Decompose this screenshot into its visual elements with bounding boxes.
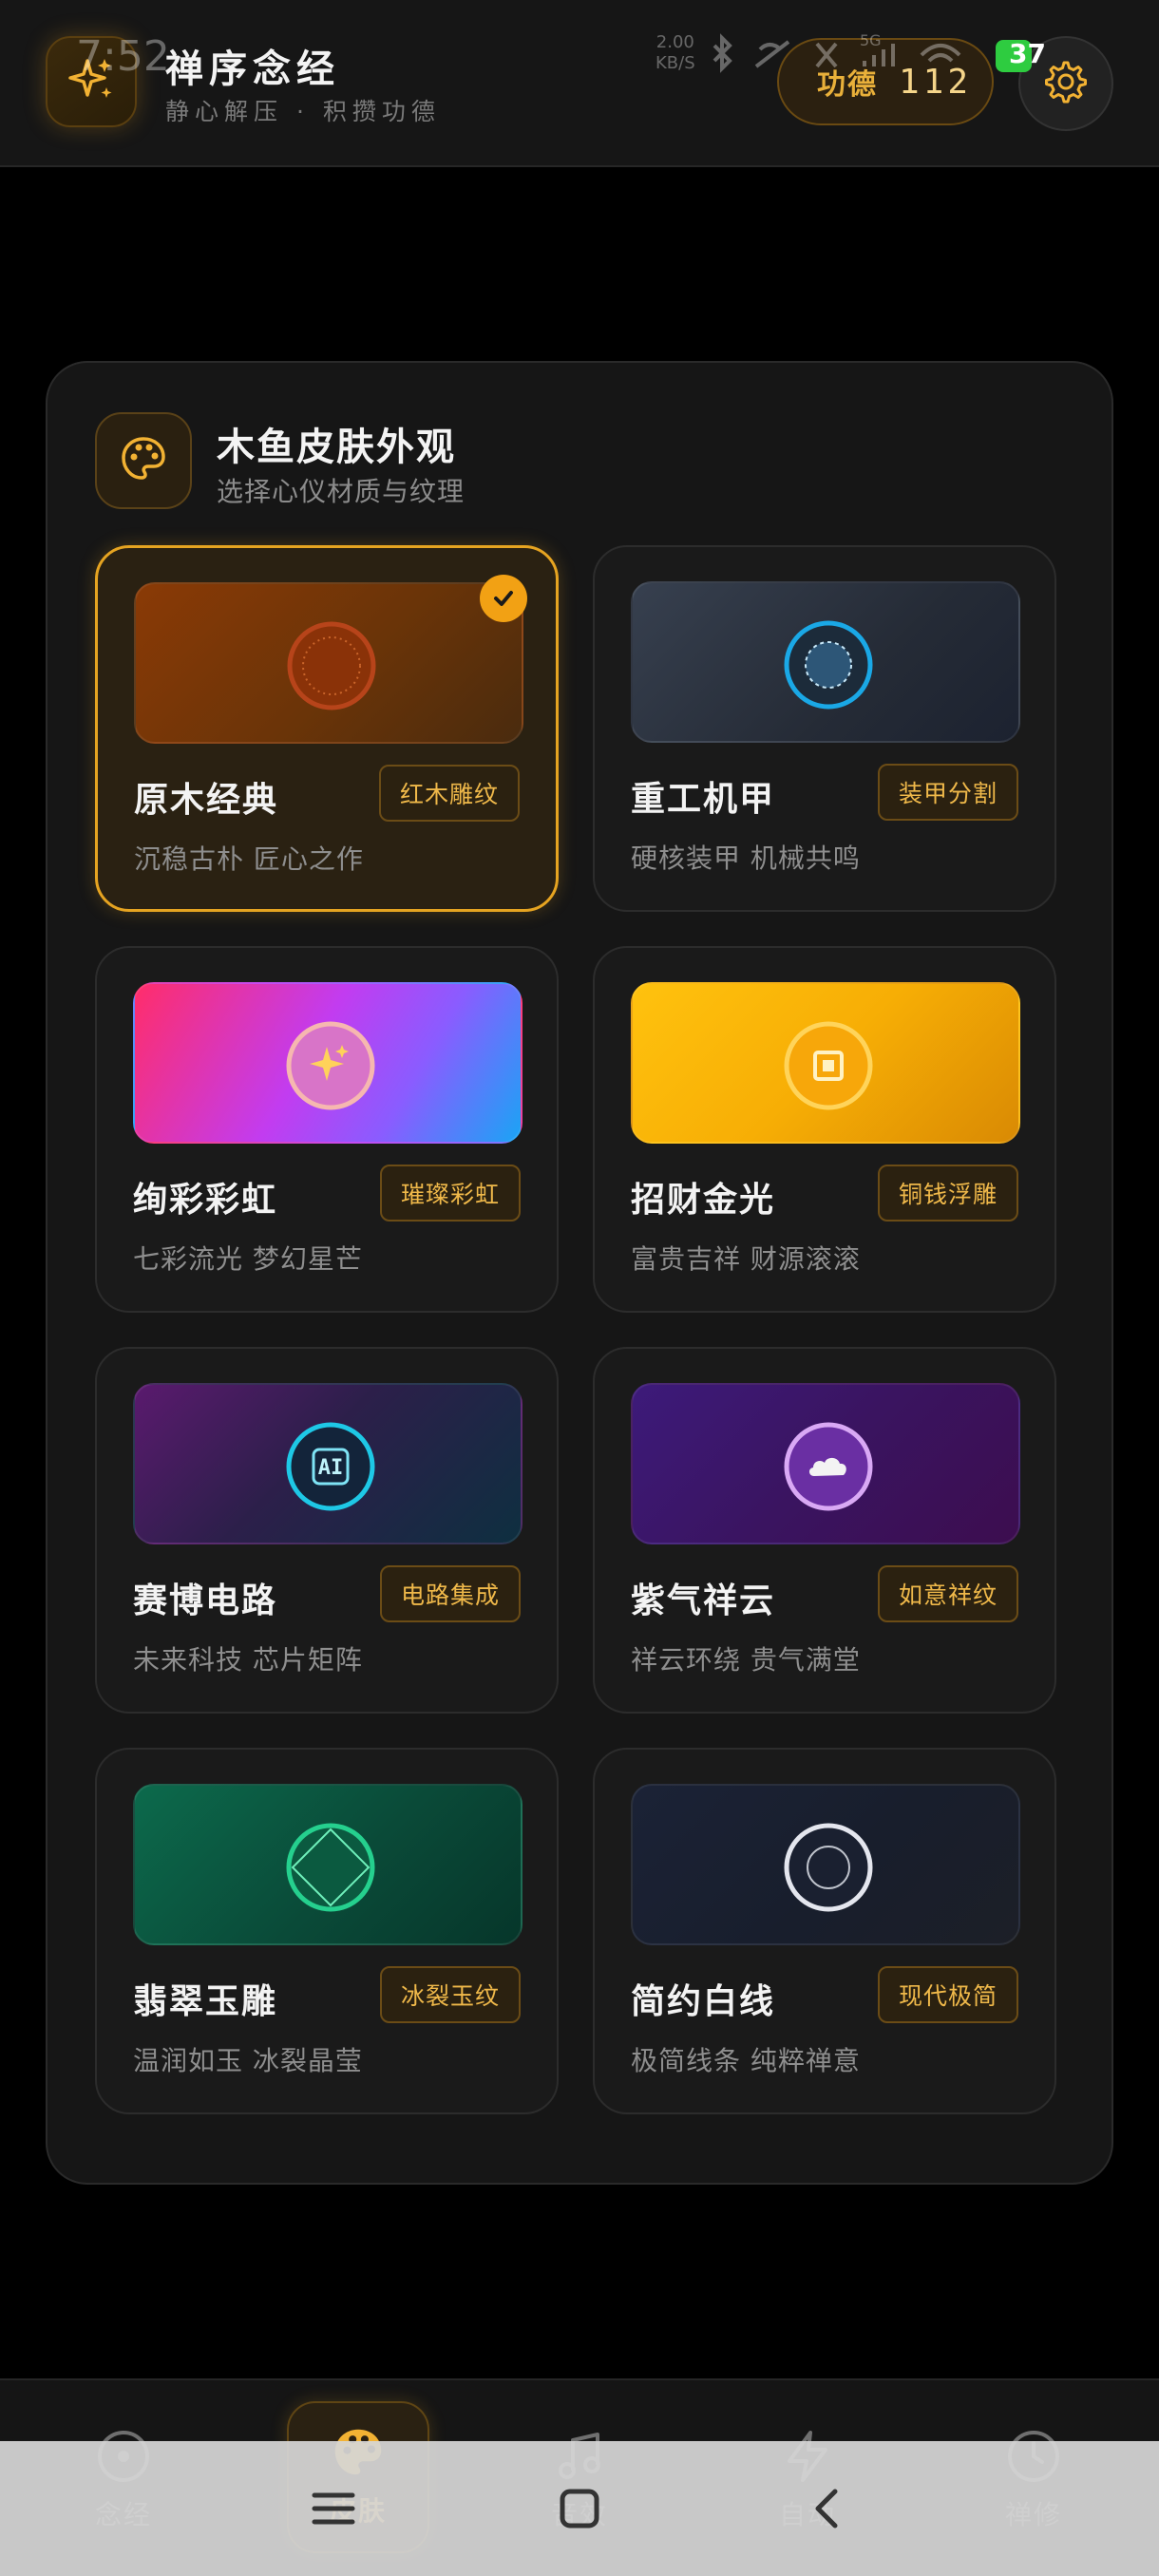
skin-name: 赛博电路	[133, 1582, 278, 1620]
skin-card-gold[interactable]: 招财金光 铜钱浮雕 富贵吉祥 财源滚滚	[593, 946, 1056, 1313]
panel-palette-badge	[95, 412, 192, 509]
skin-tag: 现代极简	[877, 1966, 1018, 2023]
skin-desc: 祥云环绕 贵气满堂	[631, 1644, 861, 1676]
sparkles-icon	[65, 53, 118, 110]
skin-tag: 铜钱浮雕	[877, 1165, 1018, 1222]
merit-value: 112	[899, 62, 973, 102]
skin-desc: 沉稳古朴 匠心之作	[134, 843, 364, 875]
skin-tag: 冰裂玉纹	[379, 1966, 521, 2023]
settings-button[interactable]	[1018, 36, 1113, 131]
skin-card-jade[interactable]: 翡翠玉雕 冰裂玉纹 温润如玉 冰裂晶莹	[95, 1748, 559, 2114]
system-nav-bar	[0, 2441, 1159, 2576]
mech-core-icon	[783, 619, 874, 710]
back-chevron-icon[interactable]	[794, 2475, 861, 2542]
coin-icon	[783, 1020, 874, 1111]
skin-desc: 七彩流光 梦幻星芒	[133, 1243, 363, 1275]
skin-preview	[631, 982, 1020, 1144]
logo-button[interactable]	[46, 36, 137, 127]
skin-desc: 硬核装甲 机械共鸣	[631, 843, 861, 874]
ring-icon	[783, 1822, 874, 1913]
wood-ring-icon	[286, 620, 377, 711]
app-title: 禅序念经	[165, 47, 340, 91]
skin-card-mech[interactable]: 重工机甲 装甲分割 硬核装甲 机械共鸣	[593, 545, 1056, 912]
skin-preview	[631, 581, 1020, 743]
app-subtitle: 静心解压 · 积攒功德	[165, 98, 441, 125]
panel-title: 木鱼皮肤外观	[217, 426, 456, 469]
skin-name: 翡翠玉雕	[133, 1982, 278, 2021]
skin-name: 重工机甲	[631, 780, 776, 819]
merit-label: 功德	[817, 68, 878, 102]
skin-desc: 富贵吉祥 财源滚滚	[631, 1243, 861, 1275]
skin-name: 简约白线	[631, 1982, 776, 2021]
menu-icon[interactable]	[300, 2475, 367, 2542]
skin-tag: 电路集成	[379, 1565, 521, 1622]
skin-name: 原木经典	[134, 781, 279, 820]
skin-desc: 未来科技 芯片矩阵	[133, 1644, 363, 1676]
skin-preview	[134, 582, 523, 744]
skin-name: 紫气祥云	[631, 1582, 776, 1620]
skin-preview: AI	[133, 1383, 522, 1544]
skin-name: 绚彩彩虹	[133, 1181, 278, 1220]
svg-text:AI: AI	[318, 1456, 344, 1480]
skin-tag: 如意祥纹	[877, 1565, 1018, 1622]
skin-card-minimal[interactable]: 简约白线 现代极简 极简线条 纯粹禅意	[593, 1748, 1056, 2114]
home-square-icon[interactable]	[546, 2475, 613, 2542]
jade-diamond-icon	[285, 1822, 376, 1913]
skin-card-wood[interactable]: 原木经典 红木雕纹 沉稳古朴 匠心之作	[95, 545, 559, 912]
skin-tag: 红木雕纹	[378, 765, 520, 822]
skin-card-rainbow[interactable]: 绚彩彩虹 璀璨彩虹 七彩流光 梦幻星芒	[95, 946, 559, 1313]
palette-icon	[119, 434, 168, 487]
skin-preview	[631, 1784, 1020, 1945]
skin-desc: 极简线条 纯粹禅意	[631, 2045, 861, 2076]
cloud-icon	[783, 1421, 874, 1512]
panel-subtitle: 选择心仪材质与纹理	[217, 476, 466, 507]
merit-counter[interactable]: 功德 112	[777, 38, 994, 125]
skin-panel: 木鱼皮肤外观 选择心仪材质与纹理 原木经典 红木雕纹 沉稳古朴 匠心之作 重工机…	[46, 361, 1113, 2185]
skin-preview	[133, 982, 522, 1144]
skin-card-purple[interactable]: 紫气祥云 如意祥纹 祥云环绕 贵气满堂	[593, 1347, 1056, 1714]
sparkles-icon	[285, 1020, 376, 1111]
app-header: 禅序念经 静心解压 · 积攒功德 功德 112	[0, 0, 1159, 167]
skin-desc: 温润如玉 冰裂晶莹	[133, 2045, 363, 2076]
skin-preview	[133, 1784, 522, 1945]
gear-icon	[1043, 59, 1089, 108]
selected-check-icon	[480, 575, 527, 622]
skin-tag: 璀璨彩虹	[379, 1165, 521, 1222]
skin-tag: 装甲分割	[877, 764, 1018, 821]
ai-chip-icon: AI	[285, 1421, 376, 1512]
skin-card-cyber[interactable]: AI 赛博电路 电路集成 未来科技 芯片矩阵	[95, 1347, 559, 1714]
skin-preview	[631, 1383, 1020, 1544]
skin-name: 招财金光	[631, 1181, 776, 1220]
